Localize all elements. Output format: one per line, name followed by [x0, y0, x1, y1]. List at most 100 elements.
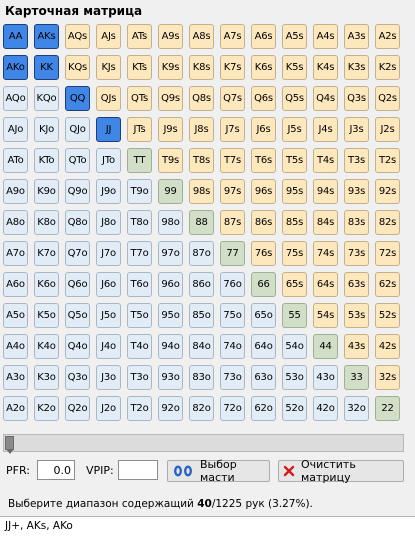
- hand-cell-99[interactable]: 99: [158, 179, 183, 204]
- hand-cell-Q7s[interactable]: Q7s: [220, 86, 245, 111]
- hand-cell-93s[interactable]: 93s: [344, 179, 369, 204]
- hand-cell-Q9s[interactable]: Q9s: [158, 86, 183, 111]
- hand-cell-32s[interactable]: 32s: [375, 365, 400, 390]
- hand-cell-KTs[interactable]: KTs: [127, 55, 152, 80]
- hand-cell-K4s[interactable]: K4s: [313, 55, 338, 80]
- hand-cell-T9o[interactable]: T9o: [127, 179, 152, 204]
- hand-cell-Q8o[interactable]: Q8o: [65, 210, 90, 235]
- hand-cell-85s[interactable]: 85s: [282, 210, 307, 235]
- hand-cell-AJo[interactable]: AJo: [3, 117, 28, 142]
- hand-cell-J2s[interactable]: J2s: [375, 117, 400, 142]
- hand-cell-Q7o[interactable]: Q7o: [65, 241, 90, 266]
- hand-cell-A6o[interactable]: A6o: [3, 272, 28, 297]
- range-slider[interactable]: [3, 434, 404, 454]
- hand-cell-A7o[interactable]: A7o: [3, 241, 28, 266]
- vpip-input[interactable]: [118, 460, 158, 480]
- hand-cell-T2s[interactable]: T2s: [375, 148, 400, 173]
- hand-cell-77[interactable]: 77: [220, 241, 245, 266]
- hand-cell-A6s[interactable]: A6s: [251, 24, 276, 49]
- hand-cell-87o[interactable]: 87o: [189, 241, 214, 266]
- hand-cell-AQs[interactable]: AQs: [65, 24, 90, 49]
- hand-cell-J7o[interactable]: J7o: [96, 241, 121, 266]
- hand-cell-Q8s[interactable]: Q8s: [189, 86, 214, 111]
- hand-cell-J3o[interactable]: J3o: [96, 365, 121, 390]
- hand-cell-92o[interactable]: 92o: [158, 396, 183, 421]
- hand-cell-QJo[interactable]: QJo: [65, 117, 90, 142]
- hand-cell-97s[interactable]: 97s: [220, 179, 245, 204]
- hand-cell-65o[interactable]: 65o: [251, 303, 276, 328]
- hand-cell-T2o[interactable]: T2o: [127, 396, 152, 421]
- hand-cell-62o[interactable]: 62o: [251, 396, 276, 421]
- hand-cell-53s[interactable]: 53s: [344, 303, 369, 328]
- hand-cell-T6s[interactable]: T6s: [251, 148, 276, 173]
- hand-cell-A5o[interactable]: A5o: [3, 303, 28, 328]
- hand-cell-A4o[interactable]: A4o: [3, 334, 28, 359]
- hand-cell-KK[interactable]: KK: [34, 55, 59, 80]
- hand-cell-Q3o[interactable]: Q3o: [65, 365, 90, 390]
- hand-cell-J5s[interactable]: J5s: [282, 117, 307, 142]
- hand-cell-A3s[interactable]: A3s: [344, 24, 369, 49]
- hand-cell-KQo[interactable]: KQo: [34, 86, 59, 111]
- hand-cell-73o[interactable]: 73o: [220, 365, 245, 390]
- hand-cell-96o[interactable]: 96o: [158, 272, 183, 297]
- hand-cell-43s[interactable]: 43s: [344, 334, 369, 359]
- hand-cell-85o[interactable]: 85o: [189, 303, 214, 328]
- hand-cell-J9o[interactable]: J9o: [96, 179, 121, 204]
- hand-cell-94s[interactable]: 94s: [313, 179, 338, 204]
- hand-cell-32o[interactable]: 32o: [344, 396, 369, 421]
- hand-cell-96s[interactable]: 96s: [251, 179, 276, 204]
- hand-cell-K7o[interactable]: K7o: [34, 241, 59, 266]
- hand-cell-94o[interactable]: 94o: [158, 334, 183, 359]
- hand-cell-J5o[interactable]: J5o: [96, 303, 121, 328]
- hand-cell-Q6o[interactable]: Q6o: [65, 272, 90, 297]
- hand-cell-ATo[interactable]: ATo: [3, 148, 28, 173]
- pfr-input[interactable]: [37, 460, 75, 480]
- suit-select-button[interactable]: Выбор масти: [167, 458, 270, 484]
- hand-cell-66[interactable]: 66: [251, 272, 276, 297]
- hand-cell-AKo[interactable]: AKo: [3, 55, 28, 80]
- hand-cell-42o[interactable]: 42o: [313, 396, 338, 421]
- hand-cell-53o[interactable]: 53o: [282, 365, 307, 390]
- hand-cell-JJ[interactable]: JJ: [96, 117, 121, 142]
- hand-cell-A5s[interactable]: A5s: [282, 24, 307, 49]
- hand-cell-72s[interactable]: 72s: [375, 241, 400, 266]
- hand-cell-J6s[interactable]: J6s: [251, 117, 276, 142]
- hand-cell-K9o[interactable]: K9o: [34, 179, 59, 204]
- hand-cell-43o[interactable]: 43o: [313, 365, 338, 390]
- hand-cell-JTs[interactable]: JTs: [127, 117, 152, 142]
- hand-cell-54s[interactable]: 54s: [313, 303, 338, 328]
- hand-cell-T3o[interactable]: T3o: [127, 365, 152, 390]
- hand-cell-42s[interactable]: 42s: [375, 334, 400, 359]
- hand-cell-T5s[interactable]: T5s: [282, 148, 307, 173]
- hand-cell-J2o[interactable]: J2o: [96, 396, 121, 421]
- hand-cell-JTo[interactable]: JTo: [96, 148, 121, 173]
- hand-cell-84o[interactable]: 84o: [189, 334, 214, 359]
- hand-cell-Q2s[interactable]: Q2s: [375, 86, 400, 111]
- hand-cell-54o[interactable]: 54o: [282, 334, 307, 359]
- hand-cell-Q4s[interactable]: Q4s: [313, 86, 338, 111]
- hand-cell-87s[interactable]: 87s: [220, 210, 245, 235]
- hand-cell-Q2o[interactable]: Q2o: [65, 396, 90, 421]
- hand-cell-A4s[interactable]: A4s: [313, 24, 338, 49]
- hand-cell-T8o[interactable]: T8o: [127, 210, 152, 235]
- hand-cell-52o[interactable]: 52o: [282, 396, 307, 421]
- hand-cell-KTo[interactable]: KTo: [34, 148, 59, 173]
- hand-cell-A8s[interactable]: A8s: [189, 24, 214, 49]
- hand-cell-74s[interactable]: 74s: [313, 241, 338, 266]
- hand-cell-T6o[interactable]: T6o: [127, 272, 152, 297]
- hand-cell-K6o[interactable]: K6o: [34, 272, 59, 297]
- hand-cell-88[interactable]: 88: [189, 210, 214, 235]
- hand-cell-A7s[interactable]: A7s: [220, 24, 245, 49]
- hand-cell-73s[interactable]: 73s: [344, 241, 369, 266]
- hand-cell-T8s[interactable]: T8s: [189, 148, 214, 173]
- hand-cell-K4o[interactable]: K4o: [34, 334, 59, 359]
- hand-cell-Q9o[interactable]: Q9o: [65, 179, 90, 204]
- hand-cell-KJs[interactable]: KJs: [96, 55, 121, 80]
- hand-cell-QTo[interactable]: QTo: [65, 148, 90, 173]
- hand-cell-Q5s[interactable]: Q5s: [282, 86, 307, 111]
- hand-cell-Q5o[interactable]: Q5o: [65, 303, 90, 328]
- hand-cell-K9s[interactable]: K9s: [158, 55, 183, 80]
- hand-cell-AJs[interactable]: AJs: [96, 24, 121, 49]
- hand-cell-ATs[interactable]: ATs: [127, 24, 152, 49]
- hand-cell-97o[interactable]: 97o: [158, 241, 183, 266]
